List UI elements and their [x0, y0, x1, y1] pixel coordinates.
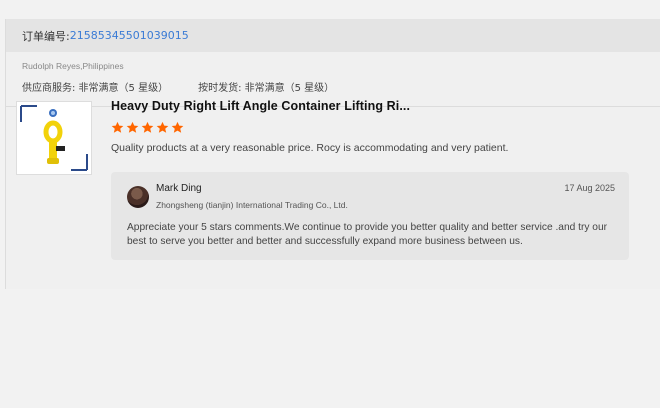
star-icon [171, 121, 184, 133]
supplier-service-rating: 供应商服务: 非常满意（5 星级） [22, 82, 169, 94]
reply-date: 17 Aug 2025 [564, 183, 615, 193]
star-rating [111, 121, 184, 134]
star-icon [111, 121, 124, 133]
review-text: Quality products at a very reasonable pr… [111, 142, 509, 154]
star-icon [126, 121, 139, 133]
supplier-reply: Mark Ding Zhongsheng (tianjin) Internati… [111, 172, 629, 260]
on-time-shipping-rating: 按时发货: 非常满意（5 星级） [198, 82, 335, 94]
product-title-link[interactable]: Heavy Duty Right Lift Angle Container Li… [111, 99, 410, 113]
order-number-link[interactable]: 21585345501039015 [70, 29, 189, 42]
order-bar: 订单编号: 21585345501039015 [6, 19, 660, 52]
buyer-name: Rudolph Reyes,Philippines [22, 61, 124, 71]
avatar [127, 186, 149, 208]
product-thumbnail[interactable] [16, 101, 92, 175]
reply-body: Appreciate your 5 stars comments.We cont… [127, 222, 608, 247]
reply-author-name: Mark Ding [156, 183, 202, 194]
order-number-label: 订单编号: [22, 29, 70, 43]
star-icon [156, 121, 169, 133]
supplier-ratings: 供应商服务: 非常满意（5 星级） 按时发货: 非常满意（5 星级） [6, 71, 660, 97]
star-icon [141, 121, 154, 133]
reply-company-name: Zhongsheng (tianjin) International Tradi… [156, 200, 348, 210]
lifting-lug-image [20, 105, 88, 171]
